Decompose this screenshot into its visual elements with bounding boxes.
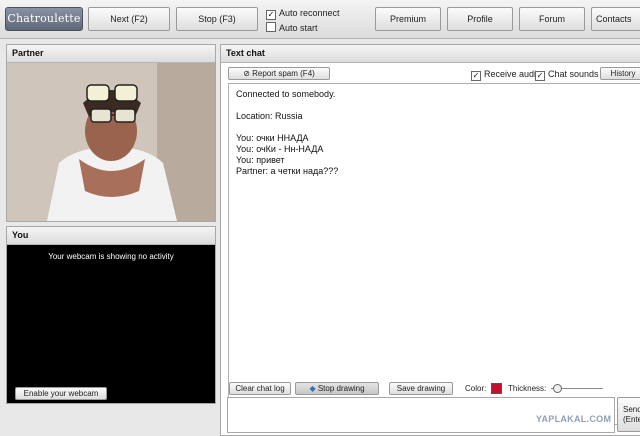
color-swatch[interactable] xyxy=(491,383,502,394)
premium-button[interactable]: Premium xyxy=(375,7,441,31)
watermark: YAPLAKAL.COM xyxy=(536,414,612,424)
stop-button[interactable]: Stop (F3) xyxy=(176,7,258,31)
ban-icon: ⊘ xyxy=(243,69,250,78)
chatroulette-logo: Chatroulette xyxy=(5,7,83,31)
send-button[interactable]: Send (Enter) xyxy=(617,397,640,432)
enable-webcam-button[interactable]: Enable your webcam xyxy=(15,387,107,400)
partner-video xyxy=(7,63,215,221)
chat-message: Location: Russia xyxy=(236,111,303,121)
text-chat-panel: Text chat ⊘ Report spam (F4) ✓ Receive au… xyxy=(220,44,640,436)
chat-message: You: привет xyxy=(236,155,285,165)
partner-panel: Partner xyxy=(6,44,216,222)
partner-panel-title: Partner xyxy=(7,45,215,63)
profile-button[interactable]: Profile xyxy=(447,7,513,31)
color-label: Color: xyxy=(465,384,487,393)
top-toolbar: Chatroulette Next (F2) Stop (F3) ✓ Auto r… xyxy=(0,0,640,39)
chat-message: Partner: а четки нада??? xyxy=(236,166,339,176)
thickness-label: Thickness: xyxy=(508,384,547,393)
clear-chat-log-button[interactable]: Clear chat log xyxy=(229,382,291,395)
chat-message: Connected to somebody. xyxy=(236,89,336,99)
checkbox-checked-icon: ✓ xyxy=(535,71,545,81)
you-panel-title: You xyxy=(7,227,215,245)
chat-message: You: очКи - Нн-НАДА xyxy=(236,144,324,154)
checkbox-unchecked-icon xyxy=(266,22,276,32)
checkbox-checked-icon: ✓ xyxy=(471,71,481,81)
text-chat-title: Text chat xyxy=(221,45,640,63)
next-button[interactable]: Next (F2) xyxy=(88,7,170,31)
checkbox-checked-icon: ✓ xyxy=(266,10,276,20)
report-spam-button[interactable]: ⊘ Report spam (F4) xyxy=(228,67,330,80)
auto-start-checkbox[interactable]: Auto start xyxy=(266,22,318,33)
partner-video-frame xyxy=(7,63,215,221)
receive-audio-checkbox[interactable]: ✓ Receive audio xyxy=(471,69,541,81)
save-drawing-button[interactable]: Save drawing xyxy=(389,382,453,395)
stop-drawing-button[interactable]: ◆ Stop drawing xyxy=(295,382,379,395)
chat-sounds-checkbox[interactable]: ✓ Chat sounds xyxy=(535,69,599,81)
history-button[interactable]: History xyxy=(600,67,640,80)
chat-log[interactable]: Connected to somebody. Location: Russia … xyxy=(228,83,640,425)
your-webcam-view: Your webcam is showing no activity Enabl… xyxy=(7,245,215,403)
forum-button[interactable]: Forum xyxy=(519,7,585,31)
chat-message: You: очки ННАДА xyxy=(236,133,309,143)
auto-reconnect-checkbox[interactable]: ✓ Auto reconnect xyxy=(266,8,340,20)
contacts-button[interactable]: Contacts xyxy=(591,7,640,31)
you-panel: You Your webcam is showing no activity E… xyxy=(6,226,216,404)
webcam-status-text: Your webcam is showing no activity xyxy=(48,252,174,261)
diamond-icon: ◆ xyxy=(309,384,316,393)
